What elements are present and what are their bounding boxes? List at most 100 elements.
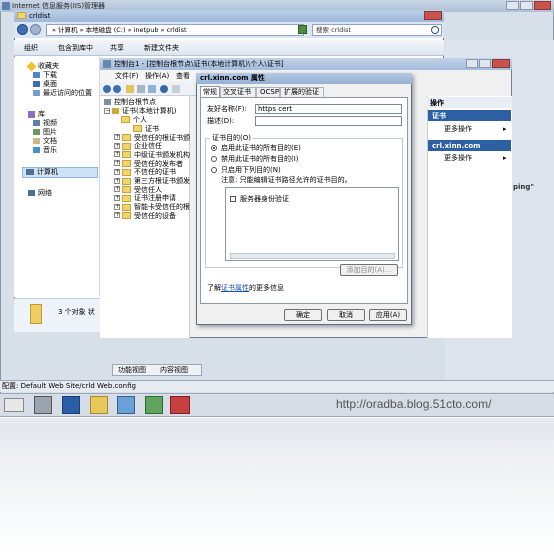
actions-section1-label: 证书 <box>432 112 446 120</box>
learn-more-link[interactable]: 证书属性 <box>221 285 249 292</box>
tree-certs-local[interactable]: 证书(本地计算机) <box>122 108 176 115</box>
tree-store-item[interactable]: 证书注册申请 <box>134 195 176 202</box>
help-icon[interactable] <box>160 85 168 93</box>
tree-expand-icon[interactable]: + <box>114 160 120 167</box>
tree-expand-icon[interactable]: + <box>114 168 120 175</box>
nav-desktop[interactable]: 桌面 <box>43 81 57 88</box>
properties-icon[interactable] <box>137 85 145 93</box>
close-button[interactable] <box>534 1 551 10</box>
tree-expand-icon[interactable]: + <box>114 212 120 219</box>
nav-documents[interactable]: 文档 <box>43 138 57 145</box>
actions-title: 操作 <box>430 99 444 107</box>
tree-certificates[interactable]: 证书 <box>145 126 159 133</box>
apply-button[interactable]: 应用(A) <box>369 309 407 321</box>
reflection-strip <box>0 418 554 440</box>
menu-view[interactable]: 查看 <box>176 73 190 80</box>
certificates-folder-icon <box>133 125 142 132</box>
server-auth-label: 服务器身份验证 <box>240 195 289 203</box>
globe-tool-icon[interactable] <box>145 396 163 414</box>
mmc-icon <box>103 60 111 68</box>
desktop-icon <box>33 81 40 87</box>
tree-expand-icon[interactable]: + <box>114 177 120 184</box>
purpose-list-scrollbar[interactable] <box>230 253 395 259</box>
explorer-close-button[interactable] <box>424 11 442 20</box>
radio-disable-all[interactable] <box>211 156 217 162</box>
tab-content-view[interactable]: 内容视图 <box>160 367 188 374</box>
tree-store-item[interactable]: 第三方根证书颁发 <box>134 178 190 185</box>
tab-ocsp-label: OCSP <box>260 88 280 96</box>
up-icon[interactable] <box>126 85 134 93</box>
more-actions-2[interactable]: 更多操作 <box>444 155 472 162</box>
tree-store-item[interactable]: 受信任人 <box>134 186 162 194</box>
tree-console-root[interactable]: 控制台根节点 <box>114 99 156 106</box>
downloads-icon <box>33 72 40 78</box>
network-tool-icon[interactable] <box>117 396 135 414</box>
nav-network[interactable]: 网络 <box>38 190 52 197</box>
server-icon[interactable] <box>34 396 52 414</box>
tree-expand-icon[interactable]: + <box>114 151 120 158</box>
folder-tool-icon[interactable] <box>90 396 108 414</box>
radio-enable-selected[interactable] <box>211 167 217 173</box>
tree-store-item[interactable]: 智能卡受信任的根 <box>134 204 190 211</box>
server-auth-checkbox[interactable] <box>230 196 236 202</box>
radio-enable-all-label: 启用此证书的所有目的(E) <box>221 144 301 152</box>
tree-store-item[interactable]: 不信任的证书 <box>134 169 176 176</box>
tree-expand-icon[interactable]: + <box>114 203 120 210</box>
iis-window-controls <box>506 1 552 11</box>
tree-expand-icon[interactable]: + <box>114 194 120 201</box>
mmc-minimize-button[interactable] <box>466 59 478 68</box>
description-field[interactable] <box>255 116 402 126</box>
include-library-menu[interactable]: 包含到库中 <box>58 45 93 52</box>
search-icon[interactable] <box>431 26 439 34</box>
radio-enable-all[interactable] <box>211 145 217 151</box>
maximize-button[interactable] <box>520 1 533 10</box>
store-folder-icon <box>122 203 131 211</box>
tree-store-item[interactable]: 企业信任 <box>134 143 162 150</box>
learn-prefix: 了解 <box>207 284 221 292</box>
tree-personal[interactable]: 个人 <box>133 117 147 124</box>
forward-arrow-icon[interactable] <box>113 85 121 93</box>
tree-toggle-icon[interactable] <box>172 85 180 93</box>
cancel-button[interactable]: 取消 <box>327 309 365 321</box>
search-placeholder: 搜索 crldist <box>316 26 351 34</box>
nav-downloads[interactable]: 下载 <box>43 72 57 79</box>
more-actions-1[interactable]: 更多操作 <box>444 126 472 133</box>
dialog-title: crl.xinn.com 属性 <box>200 74 265 82</box>
tool-icon-1[interactable] <box>4 398 24 412</box>
menu-action[interactable]: 操作(A) <box>145 73 169 80</box>
powershell-icon[interactable] <box>62 396 80 414</box>
menu-file[interactable]: 文件(F) <box>115 73 139 80</box>
nav-pictures[interactable]: 图片 <box>43 129 57 136</box>
tree-expand-icon[interactable]: + <box>114 142 120 149</box>
share-menu[interactable]: 共享 <box>110 45 124 52</box>
ok-button[interactable]: 确定 <box>284 309 322 321</box>
forward-icon[interactable] <box>30 24 41 35</box>
tree-store-item[interactable]: 受信任的设备 <box>134 212 176 220</box>
tree-store-item[interactable]: 受信任的根证书颁 <box>134 134 190 142</box>
export-icon[interactable] <box>148 85 156 93</box>
recent-icon <box>33 90 40 96</box>
minimize-button[interactable] <box>506 1 519 10</box>
tree-collapse-icon[interactable]: − <box>104 108 110 114</box>
back-icon[interactable] <box>17 24 28 35</box>
back-arrow-icon[interactable] <box>103 85 111 93</box>
refresh-icon[interactable] <box>298 25 307 34</box>
nav-recent[interactable]: 最近访问的位置 <box>43 90 92 97</box>
organize-menu[interactable]: 组织 <box>24 45 38 52</box>
new-folder-button[interactable]: 新建文件夹 <box>144 45 179 52</box>
tree-expand-icon[interactable]: + <box>114 186 120 193</box>
add-purpose-button[interactable]: 添加目的(A)... <box>340 264 398 276</box>
toolbox-icon[interactable] <box>170 396 190 414</box>
nav-favorites[interactable]: 收藏夹 <box>38 63 59 70</box>
nav-libraries[interactable]: 库 <box>38 111 45 118</box>
nav-music[interactable]: 音乐 <box>43 147 57 154</box>
nav-videos[interactable]: 视频 <box>43 120 57 127</box>
tree-store-item[interactable]: 受信任的发布者 <box>134 160 183 168</box>
tab-feature-view[interactable]: 功能视图 <box>118 367 146 374</box>
explorer-titlebar <box>14 10 444 22</box>
tree-expand-icon[interactable]: + <box>114 134 120 140</box>
mmc-maximize-button[interactable] <box>479 59 491 68</box>
computer-icon <box>26 169 34 175</box>
tree-store-item[interactable]: 中级证书颁发机构 <box>134 151 190 159</box>
mmc-close-button[interactable] <box>492 59 510 68</box>
